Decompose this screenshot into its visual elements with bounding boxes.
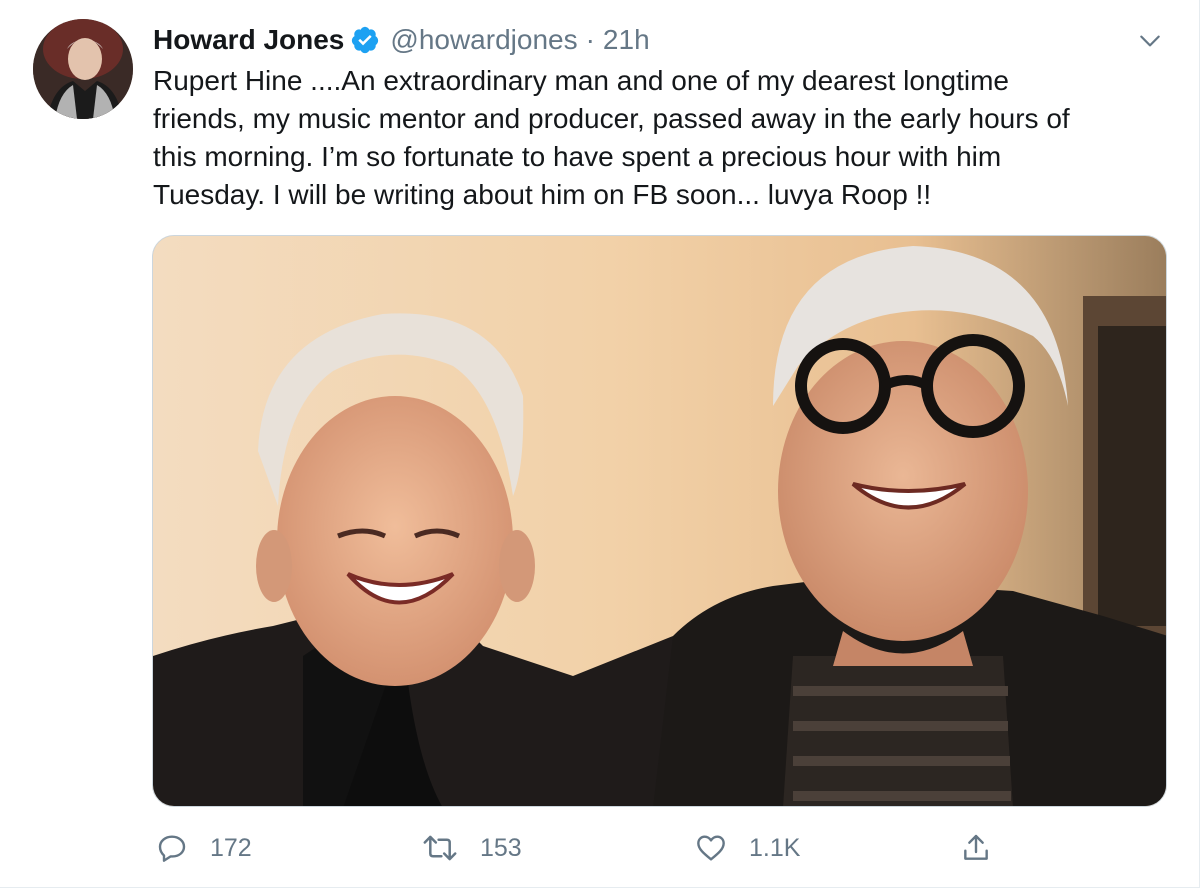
verified-badge-icon <box>350 25 380 55</box>
tweet-card[interactable]: Howard Jones @howardjones · 21h Rupert H… <box>0 0 1200 888</box>
share-button[interactable] <box>960 828 1014 868</box>
avatar-image <box>33 19 133 119</box>
retweet-button[interactable]: 153 <box>422 828 522 868</box>
like-button[interactable]: 1.1K <box>695 828 800 868</box>
separator-dot: · <box>585 24 595 55</box>
tweet-actions: 172 153 1.1K <box>152 828 1167 868</box>
tweet-photo[interactable] <box>152 235 1167 807</box>
author-display-name[interactable]: Howard Jones <box>153 20 344 60</box>
reply-button[interactable]: 172 <box>156 828 252 868</box>
reply-count: 172 <box>210 833 252 862</box>
like-count: 1.1K <box>749 833 801 862</box>
tweet-header: Howard Jones @howardjones · 21h <box>153 20 650 60</box>
author-handle[interactable]: @howardjones <box>390 20 577 60</box>
share-icon <box>964 834 988 860</box>
retweet-count: 153 <box>480 833 522 862</box>
heart-icon <box>697 835 725 861</box>
tweet-timestamp[interactable]: 21h <box>603 20 650 60</box>
photo-image <box>153 236 1166 806</box>
chevron-down-icon[interactable] <box>1137 28 1163 54</box>
tweet-text: Rupert Hine ....An extraordinary man and… <box>153 65 1070 210</box>
retweet-icon <box>423 835 457 861</box>
avatar[interactable] <box>33 19 133 119</box>
reply-icon <box>158 835 186 862</box>
